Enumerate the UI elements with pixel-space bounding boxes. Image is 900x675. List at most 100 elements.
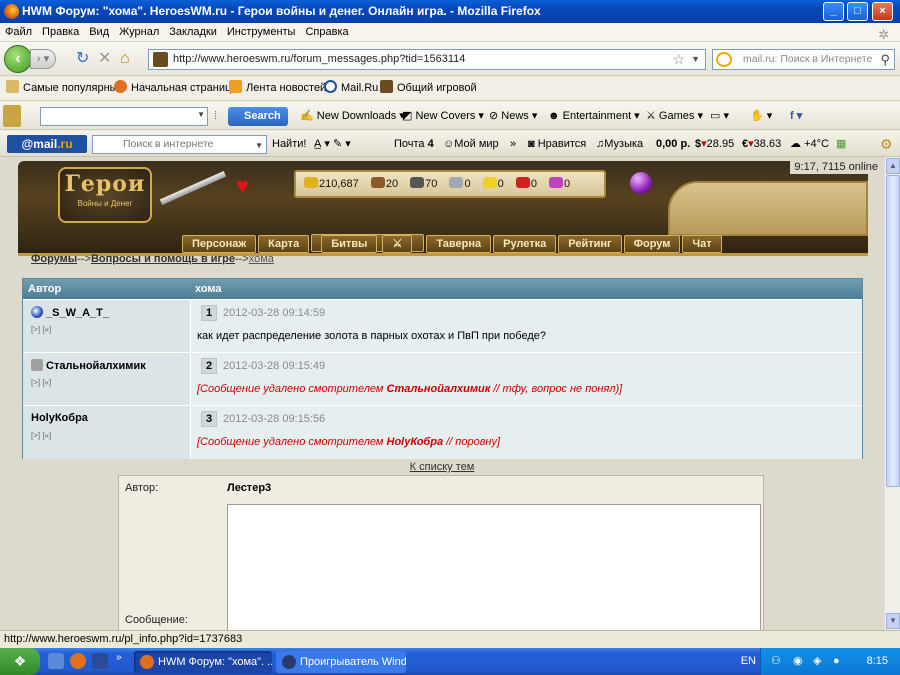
mercury-value: 0 xyxy=(464,178,471,190)
breadcrumb-forums[interactable]: Форумы xyxy=(31,253,77,265)
menu-view[interactable]: Вид xyxy=(84,23,114,42)
mailru-logo[interactable]: @mail.ru xyxy=(7,135,87,153)
task-firefox[interactable]: HWM Форум: "хома". ... xyxy=(134,651,272,673)
mail-button[interactable]: Почта 4 xyxy=(394,131,434,157)
toolbar-hand-icon[interactable]: ✋ ▾ xyxy=(750,102,772,130)
post-number: 1 xyxy=(201,305,217,321)
tray-network-icon[interactable]: ⚇ xyxy=(771,648,781,675)
minimize-button[interactable]: _ xyxy=(823,2,844,21)
author-name[interactable]: HolyКобра xyxy=(31,412,88,424)
mailru-search-input[interactable]: Поиск в интернете xyxy=(92,135,267,154)
close-button[interactable]: × xyxy=(872,2,893,21)
deleted-reason: // поровну] xyxy=(443,436,501,448)
page-scrollbar[interactable]: ▲ ▼ xyxy=(884,157,900,630)
search-icon[interactable]: ⚲ xyxy=(880,50,890,69)
toolbar-games[interactable]: ⚔ Games ▾ xyxy=(646,102,703,130)
language-indicator[interactable]: EN xyxy=(741,648,756,675)
tray-clock[interactable]: 8:15 xyxy=(867,648,888,675)
toolbar-entertainment[interactable]: ☻ Entertainment ▾ xyxy=(548,102,640,130)
menu-file[interactable]: Файл xyxy=(0,23,37,42)
search-button-label: Search xyxy=(244,110,281,122)
back-button[interactable]: ‹ xyxy=(4,45,32,73)
menu-tools[interactable]: Инструменты xyxy=(222,23,301,42)
stop-icon[interactable]: ✕ xyxy=(98,50,111,68)
menu-edit[interactable]: Правка xyxy=(37,23,84,42)
bookmark-game[interactable]: Общий игровой xyxy=(380,77,477,100)
message-textarea[interactable] xyxy=(227,504,761,630)
nav-rating[interactable]: Рейтинг xyxy=(558,235,622,253)
url-dropdown-icon[interactable]: ▼ xyxy=(691,50,700,69)
toolbar-new-downloads[interactable]: ✍ New Downloads ▾ xyxy=(300,102,405,130)
url-bar[interactable]: http://www.heroeswm.ru/forum_messages.ph… xyxy=(148,49,706,70)
toolbar-new-covers[interactable]: ◩ New Covers ▾ xyxy=(402,102,484,130)
balance[interactable]: 0,00 р. xyxy=(656,131,690,157)
tray-security-icon[interactable]: ● xyxy=(833,648,840,675)
toolbar-search-input[interactable] xyxy=(40,107,208,126)
nav-character[interactable]: Персонаж xyxy=(182,235,257,253)
menu-history[interactable]: Журнал xyxy=(114,23,164,42)
reload-icon[interactable]: ↻ xyxy=(76,50,89,68)
music-button[interactable]: ♫Музыка xyxy=(596,131,643,157)
maximize-button[interactable]: □ xyxy=(847,2,868,21)
font-size-icon[interactable]: A̲ ▾ ✎ ▾ xyxy=(314,131,351,157)
breadcrumb-section[interactable]: Вопросы и помощь в игре xyxy=(91,253,235,265)
media-quicklaunch-icon[interactable] xyxy=(92,653,108,669)
scroll-up-icon[interactable]: ▲ xyxy=(886,158,900,174)
post-date: 2012-03-28 09:15:56 xyxy=(223,413,326,425)
breadcrumb-topic[interactable]: хома xyxy=(249,253,274,265)
start-button[interactable]: ❖ xyxy=(0,648,40,675)
like-button[interactable]: ◙ Нравится xyxy=(528,131,586,157)
quicklaunch-more-icon[interactable]: » xyxy=(116,652,122,663)
more-button[interactable]: » xyxy=(510,131,516,157)
logo-ru-text: .ru xyxy=(57,137,73,151)
tray-nvidia-icon[interactable]: ◉ xyxy=(793,648,803,675)
bookmark-popular[interactable]: Самые популярные xyxy=(6,77,124,100)
forum-thread-table: Автор хома _S_W_A_T_ [>] [«] 1 2012-03-2… xyxy=(22,278,863,459)
toolbar-news[interactable]: ⊘ News ▾ xyxy=(489,102,537,130)
col-topic-header: хома xyxy=(195,283,222,295)
author-label: Автор: xyxy=(125,482,159,494)
settings-gear-icon[interactable]: ⚙ xyxy=(880,131,893,157)
task-media-player[interactable]: Проигрыватель Wind... xyxy=(276,651,406,673)
bookmark-news-feed[interactable]: Лента новостей xyxy=(229,77,326,100)
menu-bookmarks[interactable]: Закладки xyxy=(164,23,222,42)
mailru-app-icon[interactable]: ▦ xyxy=(836,131,846,157)
author-name[interactable]: _S_W_A_T_ xyxy=(46,307,109,319)
toolbar-search-button[interactable]: Search xyxy=(228,107,288,126)
menu-help[interactable]: Справка xyxy=(300,23,353,42)
scroll-down-icon[interactable]: ▼ xyxy=(886,613,900,629)
scrollbar-thumb[interactable] xyxy=(886,175,900,487)
author-links[interactable]: [>] [«] xyxy=(31,431,51,440)
nav-chat[interactable]: Чат xyxy=(682,235,722,253)
usd-rate[interactable]: $▾28.95 xyxy=(695,131,734,157)
search-input[interactable]: mail.ru: Поиск в Интернете ⚲ xyxy=(712,49,895,70)
nav-map[interactable]: Карта xyxy=(258,235,310,253)
back-to-topics-link[interactable]: К списку тем xyxy=(0,461,884,473)
tray-volume-icon[interactable]: ◈ xyxy=(813,648,821,675)
bookmark-label: Общий игровой xyxy=(397,82,477,94)
nav-forum[interactable]: Форум xyxy=(623,235,681,253)
eur-rate[interactable]: €▾38.63 xyxy=(742,131,781,157)
bookmark-star-icon[interactable]: ☆ xyxy=(672,50,685,69)
author-name[interactable]: Стальнойалхимик xyxy=(46,360,146,372)
bookmark-start-page[interactable]: Начальная страница xyxy=(114,77,237,100)
my-world-button[interactable]: ☺Мой мир xyxy=(443,131,499,157)
author-links[interactable]: [>] [«] xyxy=(31,378,51,387)
nav-tavern[interactable]: Таверна xyxy=(426,235,492,253)
search-engine-icon[interactable] xyxy=(716,52,732,67)
forward-button[interactable]: › ▾ xyxy=(30,49,56,69)
music-label: Музыка xyxy=(604,138,644,150)
show-desktop-icon[interactable] xyxy=(48,653,64,669)
firefox-quicklaunch-icon[interactable] xyxy=(70,653,86,669)
find-button[interactable]: Найти! xyxy=(272,131,306,157)
bookmark-mailru[interactable]: Mail.Ru xyxy=(324,77,378,100)
game-logo[interactable]: Герои Войны и Денег xyxy=(58,167,152,223)
facebook-icon[interactable]: f ▾ xyxy=(790,102,802,130)
nav-battles[interactable]: Битвы ⚔ xyxy=(311,234,425,253)
author-links[interactable]: [>] [«] xyxy=(31,325,51,334)
home-icon[interactable]: ⌂ xyxy=(120,50,130,68)
nav-roulette[interactable]: Рулетка xyxy=(493,235,557,253)
weather[interactable]: ☁ +4°C xyxy=(790,131,829,157)
toolbar-tv-icon[interactable]: ▭ ▾ xyxy=(710,102,729,130)
wood-resource: 20 xyxy=(370,177,398,190)
